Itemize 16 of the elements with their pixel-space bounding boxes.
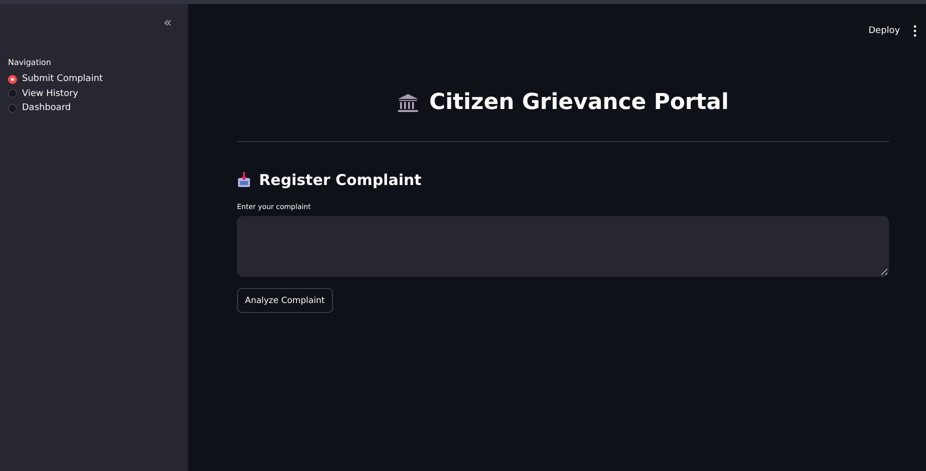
section-heading: Register Complaint bbox=[259, 171, 422, 189]
deploy-button[interactable]: Deploy bbox=[868, 26, 900, 36]
radio-button[interactable] bbox=[8, 89, 17, 98]
analyze-complaint-button[interactable]: Analyze Complaint bbox=[237, 288, 333, 313]
collapse-sidebar-button[interactable]: « bbox=[163, 16, 172, 30]
radio-button[interactable] bbox=[8, 104, 17, 113]
more-menu-icon[interactable] bbox=[912, 25, 918, 37]
page-title: Citizen Grievance Portal bbox=[429, 90, 729, 115]
radio-button[interactable] bbox=[8, 74, 17, 84]
bank-building-icon bbox=[397, 92, 420, 112]
navigation-option[interactable]: View History bbox=[22, 86, 78, 101]
inbox-tray-icon bbox=[237, 172, 251, 188]
navigation-option[interactable]: Dashboard bbox=[22, 101, 71, 116]
navigation-option[interactable]: Submit Complaint bbox=[22, 72, 103, 86]
complaint-text-area[interactable] bbox=[237, 216, 889, 277]
navigation-label: Navigation bbox=[8, 58, 52, 67]
